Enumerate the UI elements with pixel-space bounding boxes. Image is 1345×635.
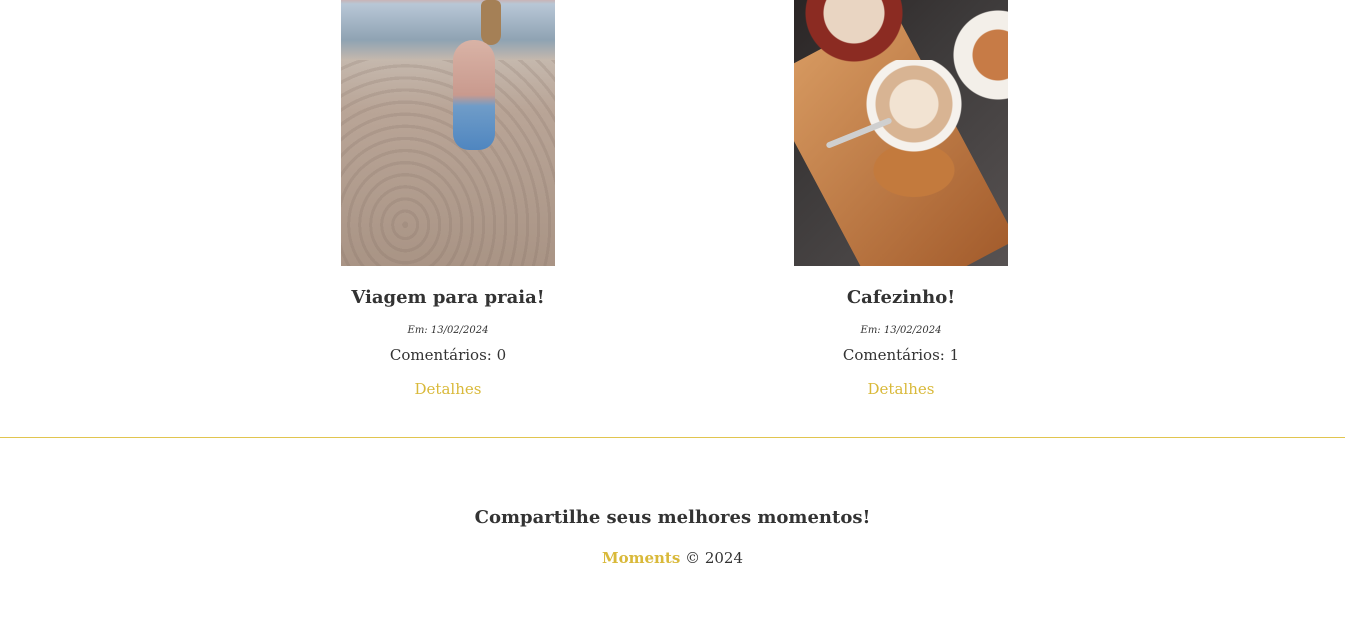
details-link[interactable]: Detalhes bbox=[415, 380, 482, 398]
post-card: Viagem para praia! Em: 13/02/2024 Coment… bbox=[298, 0, 598, 398]
brand-name: Moments bbox=[601, 549, 681, 567]
post-date: Em: 13/02/2024 bbox=[407, 325, 489, 336]
posts-grid: Viagem para praia! Em: 13/02/2024 Coment… bbox=[0, 0, 1345, 437]
post-title: Cafezinho! bbox=[846, 287, 956, 308]
copyright-text: © 2024 bbox=[685, 549, 744, 567]
post-card: Cafezinho! Em: 13/02/2024 Comentários: 1… bbox=[751, 0, 1051, 398]
person-hair bbox=[481, 0, 501, 45]
footer-tagline: Compartilhe seus melhores momentos! bbox=[474, 507, 871, 528]
footer-copyright: Moments © 2024 bbox=[0, 549, 1345, 567]
post-comment-count: Comentários: 1 bbox=[842, 346, 960, 364]
post-comment-count: Comentários: 0 bbox=[389, 346, 507, 364]
post-date: Em: 13/02/2024 bbox=[860, 325, 942, 336]
white-coffee-cup bbox=[864, 60, 964, 170]
sand-texture bbox=[341, 60, 555, 266]
footer: Compartilhe seus melhores momentos! Mome… bbox=[0, 437, 1345, 635]
details-link[interactable]: Detalhes bbox=[868, 380, 935, 398]
person-figure bbox=[453, 40, 495, 150]
post-image-coffee[interactable] bbox=[794, 0, 1008, 266]
post-title: Viagem para praia! bbox=[351, 287, 545, 308]
post-image-beach[interactable] bbox=[341, 0, 555, 266]
